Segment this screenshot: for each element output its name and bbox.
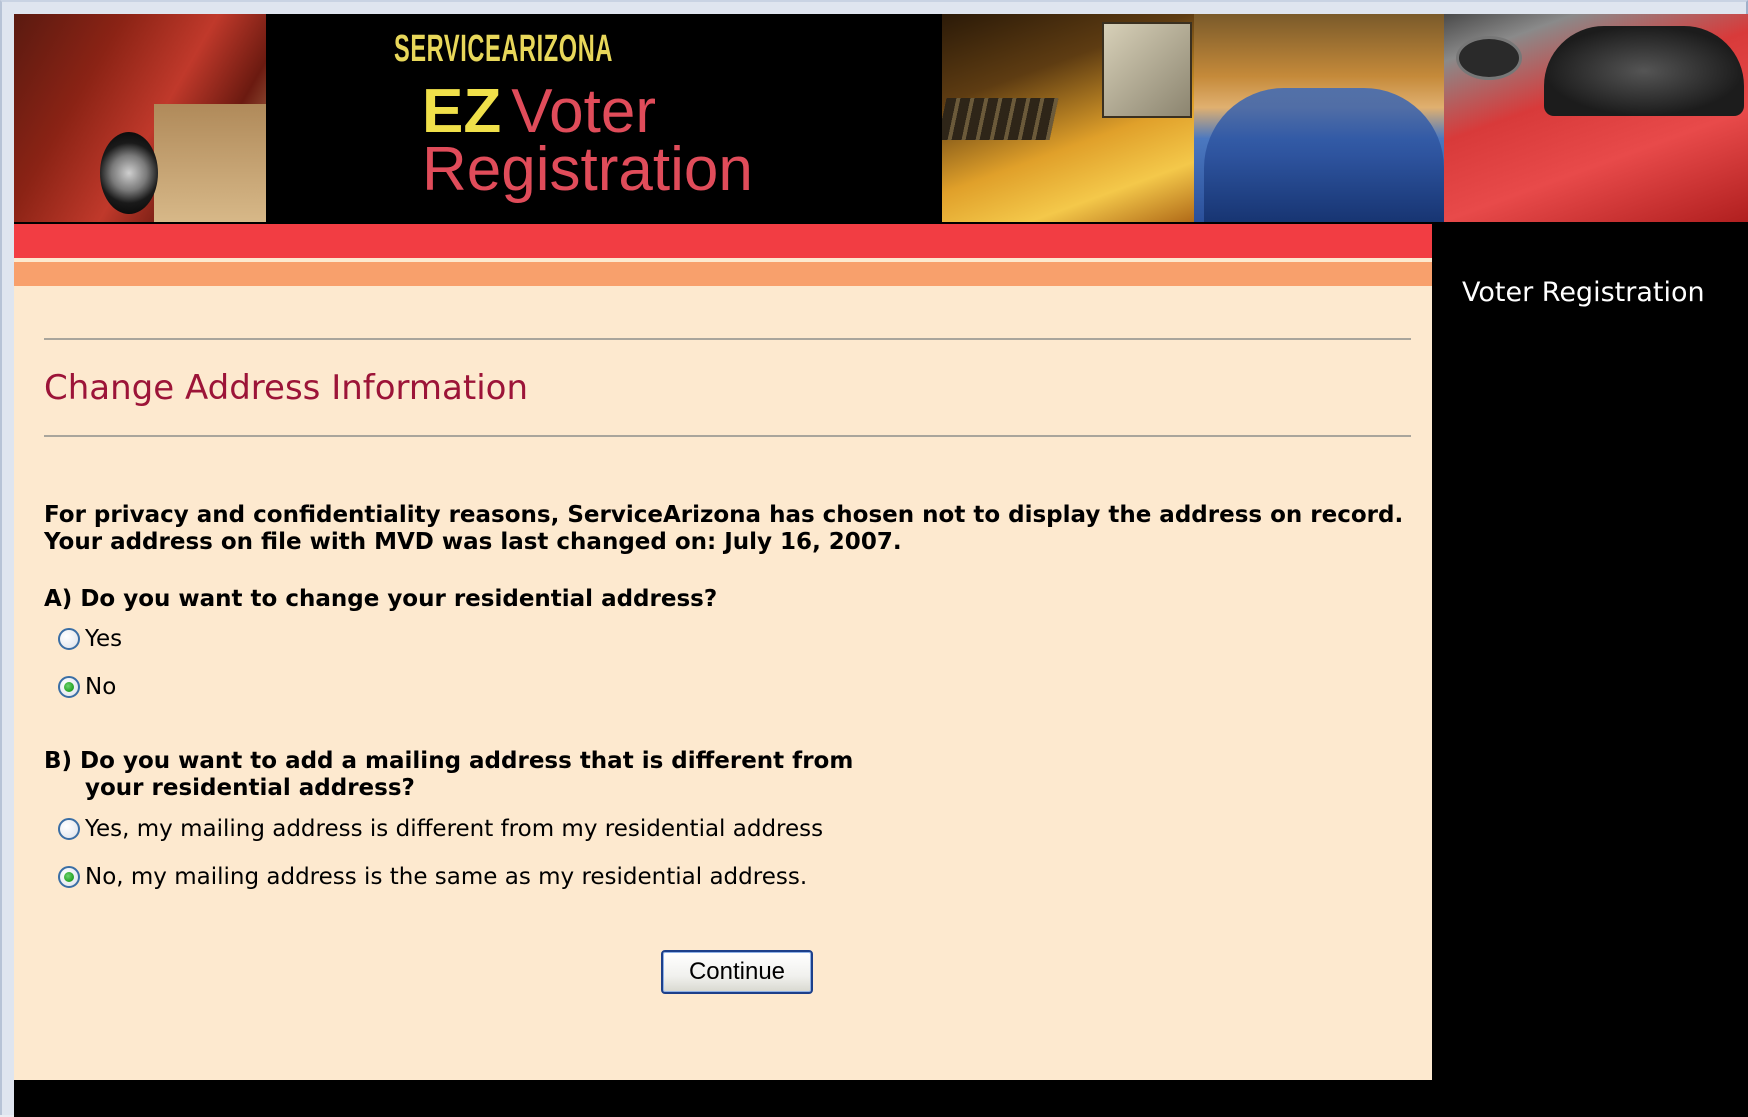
radio-button[interactable]: [58, 866, 80, 888]
header-stripe-orange: [14, 262, 1432, 286]
radio-label: Yes: [85, 626, 123, 652]
sidebar-link-voter-registration[interactable]: Voter Registration: [1462, 274, 1722, 311]
radio-button[interactable]: [58, 628, 80, 650]
browser-window: SERVICEARIZONA EZ Voter Registration Vot…: [0, 0, 1748, 1117]
radio-button[interactable]: [58, 818, 80, 840]
banner-photo-computer: [942, 14, 1194, 222]
header-banner: SERVICEARIZONA EZ Voter Registration: [14, 14, 1748, 224]
logo-panel: SERVICEARIZONA EZ Voter Registration: [266, 14, 942, 222]
radio-residential-no[interactable]: No: [58, 674, 116, 700]
page-viewport: SERVICEARIZONA EZ Voter Registration Vot…: [14, 14, 1748, 1117]
main-content: Change Address Information For privacy a…: [14, 286, 1432, 1080]
photo-mirror: [1456, 36, 1522, 80]
page-title: Change Address Information: [44, 368, 529, 408]
title-divider-bottom: [44, 435, 1411, 437]
radio-mailing-same[interactable]: No, my mailing address is the same as my…: [58, 864, 807, 890]
photo-wheel: [100, 132, 158, 214]
sidebar: Voter Registration: [1444, 224, 1748, 1117]
radio-selected-dot: [64, 872, 74, 882]
radio-button[interactable]: [58, 676, 80, 698]
servicearizona-logo: SERVICEARIZONA: [394, 28, 614, 70]
photo-ground: [154, 104, 266, 222]
question-b-label-continued: your residential address?: [85, 775, 415, 801]
banner-photo-classic-car: [14, 14, 266, 222]
banner-title-registration: Registration: [422, 135, 753, 204]
title-divider-top: [44, 338, 1411, 340]
privacy-notice: For privacy and confidentiality reasons,…: [44, 502, 1404, 528]
banner-photo-red-convertible: [1444, 14, 1748, 222]
radio-label: Yes, my mailing address is different fro…: [85, 816, 824, 842]
continue-button[interactable]: Continue: [661, 950, 813, 994]
radio-mailing-different[interactable]: Yes, my mailing address is different fro…: [58, 816, 823, 842]
radio-label: No, my mailing address is the same as my…: [85, 864, 808, 890]
radio-residential-yes[interactable]: Yes: [58, 626, 122, 652]
footer-band: [14, 1080, 1748, 1117]
address-last-changed: Your address on file with MVD was last c…: [44, 529, 902, 555]
photo-monitor: [1102, 22, 1192, 118]
banner-photo-sky-car: [1194, 14, 1444, 222]
photo-cockpit: [1544, 26, 1744, 116]
radio-selected-dot: [64, 682, 74, 692]
radio-label: No: [85, 674, 117, 700]
question-b-label: B) Do you want to add a mailing address …: [44, 748, 854, 774]
question-a-label: A) Do you want to change your residentia…: [44, 586, 718, 612]
header-stripe-red: [14, 224, 1432, 258]
photo-keyboard: [942, 98, 1059, 140]
photo-car-roof: [1204, 88, 1444, 222]
